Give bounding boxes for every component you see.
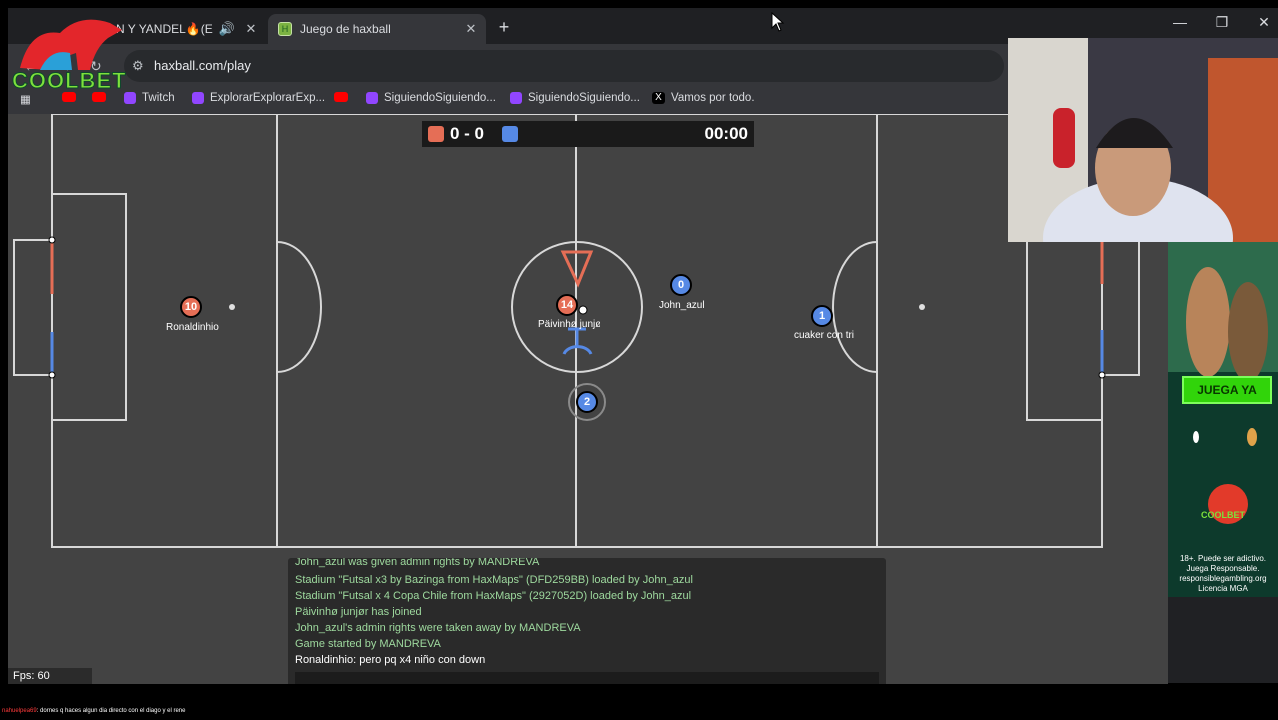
left-arc: [276, 241, 322, 373]
red-team-icon: [428, 126, 444, 142]
chat-line: John_azul's admin rights were taken away…: [295, 622, 581, 634]
new-tab-icon[interactable]: +: [492, 16, 516, 40]
chat-line: John_azul was given admin rights by MAND…: [295, 558, 540, 568]
player-name: Päivinhø junjø: [538, 319, 600, 330]
close-icon[interactable]: ✕: [242, 21, 260, 37]
bookmark-label: Twitch: [142, 92, 175, 104]
blue-mark: [562, 327, 593, 355]
goal-post: [48, 371, 56, 379]
ad-disclaimer: 18+. Puede ser adictivo. Juega Responsab…: [1179, 554, 1267, 593]
toolbar: ← → ↻ ⚙ haxball.com/play: [8, 44, 1008, 88]
chat-line: Päivinhø junjør has joined: [295, 606, 422, 618]
address-bar[interactable]: ⚙ haxball.com/play: [124, 50, 1004, 82]
left-penalty-area: [51, 193, 127, 421]
player-name: cuaker con tri: [794, 330, 854, 341]
goal-post: [1098, 371, 1106, 379]
restore-icon[interactable]: ❐: [1208, 14, 1236, 31]
stream-chat-message: nahuelpea69: dornes q haces algun dia di…: [2, 708, 185, 714]
scoreboard: 0 - 0 00:00: [422, 121, 754, 147]
webcam-image: [1008, 38, 1278, 242]
penalty-spot: [229, 304, 235, 310]
tab-title: Juego de haxball: [300, 22, 391, 36]
ad-artwork: [1168, 242, 1278, 524]
site-info-icon[interactable]: ⚙: [132, 58, 144, 74]
left-goal: [13, 239, 52, 376]
ad-brand: COOLBET: [1201, 510, 1245, 520]
window-close-icon[interactable]: ✕: [1250, 14, 1278, 31]
fps-counter: Fps: 60: [8, 668, 92, 684]
bookmark-label: Vamos por todo.: [671, 92, 755, 104]
ball: [578, 305, 588, 315]
penalty-spot: [919, 304, 925, 310]
goal-post: [48, 236, 56, 244]
juega-ya-button[interactable]: JUEGA YA: [1182, 376, 1272, 404]
blue-team-icon: [502, 126, 518, 142]
twitch-icon: [366, 92, 378, 104]
coolbet-logo: COOLBET: [10, 8, 132, 96]
game-chat: John_azul was given admin rights by MAND…: [288, 558, 886, 684]
bookmark-youtube-3[interactable]: [334, 92, 354, 102]
bookmark-label: SiguiendoSiguiendo...: [528, 92, 640, 104]
x-icon: X: [652, 92, 665, 104]
streamer-webcam: [1008, 38, 1278, 242]
bookmark-siguiendo-1[interactable]: SiguiendoSiguiendo...: [366, 92, 496, 104]
bookmark-label: SiguiendoSiguiendo...: [384, 92, 496, 104]
player-blue: 0: [670, 274, 692, 296]
coolbet-ad[interactable]: JUEGA YA COOLBET 18+. Puede ser adictivo…: [1168, 242, 1278, 597]
tab-haxball[interactable]: H Juego de haxball ✕: [268, 14, 486, 44]
player-red: 14: [556, 294, 578, 316]
chat-line: Stadium "Futsal x3 by Bazinga from HaxMa…: [295, 574, 693, 586]
player-name: Ronaldinhio: [166, 322, 219, 333]
right-goal: [1102, 239, 1140, 376]
bookmark-vamos[interactable]: X Vamos por todo.: [652, 92, 755, 104]
minimize-icon[interactable]: —: [1166, 14, 1194, 30]
close-icon[interactable]: ✕: [462, 21, 480, 37]
bookmarks-bar: ▦ Twitch ExplorarExplorarExp... Siguiend…: [8, 88, 1008, 114]
haxball-favicon-icon: H: [278, 22, 292, 36]
twitch-icon: [510, 92, 522, 104]
youtube-icon: [334, 92, 348, 102]
player-blue: 2: [576, 391, 598, 413]
bookmark-label: ExplorarExplorarExp...: [210, 92, 326, 104]
bookmark-siguiendo-2[interactable]: SiguiendoSiguiendo...: [510, 92, 640, 104]
mouse-cursor-icon: [771, 12, 785, 32]
bookmark-explorar[interactable]: ExplorarExplorarExp...: [192, 92, 325, 104]
url-text: haxball.com/play: [154, 58, 251, 73]
chat-line: Game started by MANDREVA: [295, 638, 441, 650]
chat-line: Stadium "Futsal x 4 Copa Chile from HaxM…: [295, 590, 692, 602]
logo-text: COOLBET: [12, 68, 127, 94]
player-red: 10: [180, 296, 202, 318]
chat-line: Ronaldinhio: pero pq x4 niño con down: [295, 654, 486, 666]
stream-chat-text: : dornes q haces algun dia directo con e…: [36, 708, 186, 714]
player-name: John_azul: [659, 300, 705, 311]
match-time: 00:00: [704, 124, 748, 143]
twitch-icon: [192, 92, 204, 104]
score-text: 0 - 0: [450, 124, 485, 143]
speaker-icon[interactable]: 🔊: [218, 21, 236, 37]
stream-chat-user: nahuelpea69: [2, 708, 37, 714]
chat-input[interactable]: [295, 672, 879, 684]
right-arc: [832, 241, 878, 373]
player-blue: 1: [811, 305, 833, 327]
